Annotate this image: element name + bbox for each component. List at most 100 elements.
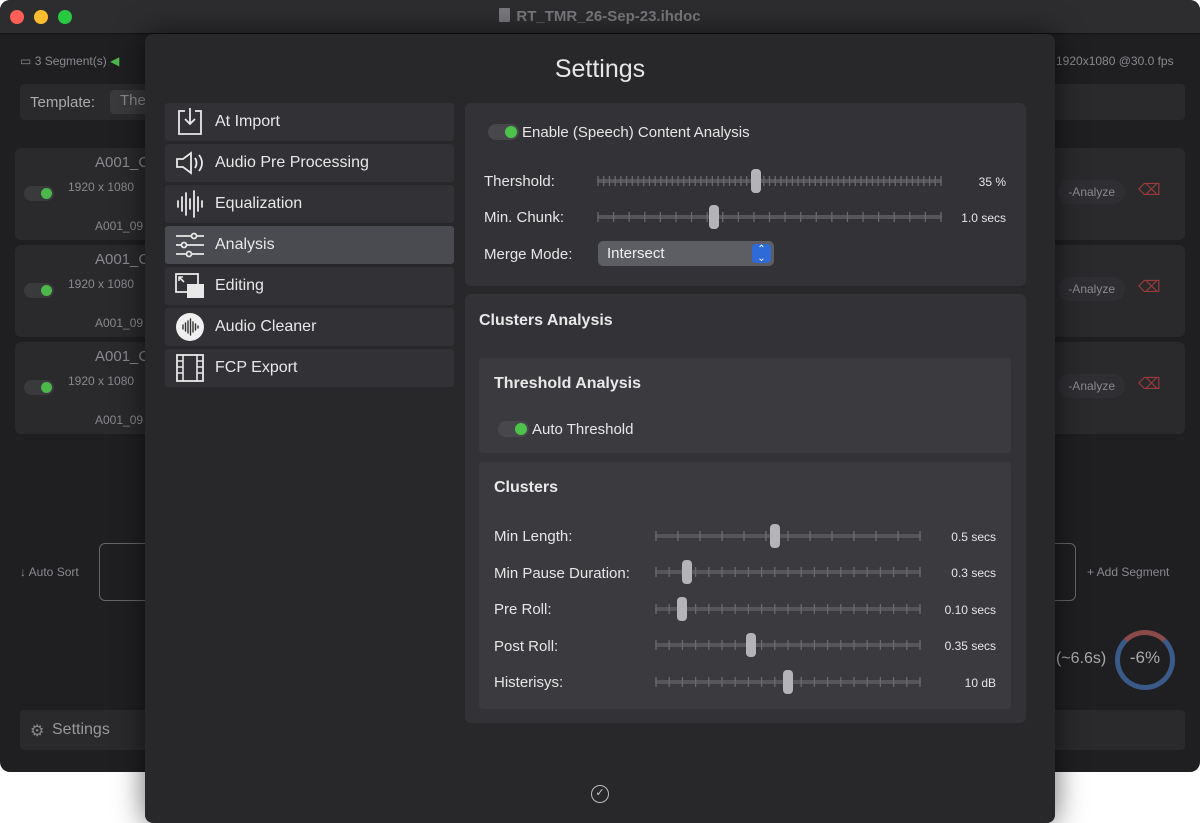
audio-icon: ◀ [110,54,120,68]
threshold-analysis-title: Threshold Analysis [494,375,641,392]
nav-item-label: At Import [215,113,280,130]
post-roll-value: 0.35 secs [944,639,996,653]
post-roll-label: Post Roll: [494,638,559,655]
clip-name: A001_C [95,348,150,365]
audio-name: A001_09 [95,219,144,233]
nav-item-audio-pre-processing[interactable]: Audio Pre Processing [165,144,454,182]
min-chunk-value: 1.0 secs [961,211,1006,225]
nav-item-audio-cleaner[interactable]: Audio Cleaner [165,308,454,346]
enable-content-analysis-label: Enable (Speech) Content Analysis [522,124,750,141]
nav-item-editing[interactable]: Editing [165,267,454,305]
min-pause-duration-slider[interactable] [655,560,921,584]
clip-size: 1920 x 1080 [68,374,135,388]
threshold-analysis-section: Threshold Analysis Auto Threshold [479,358,1011,453]
nav-item-at-import[interactable]: At Import [165,103,454,141]
min-pause-duration-label: Min Pause Duration: [494,565,630,582]
editing-window-icon [175,271,205,301]
nav-item-label: Equalization [215,195,303,212]
delete-icon[interactable]: ⌫ [1138,182,1161,200]
chevron-updown-icon: ⌃ ⌄ [752,244,771,264]
slider-thumb[interactable] [681,560,692,584]
clusters-analysis-title: Clusters Analysis [479,312,613,329]
document-icon [499,8,511,22]
analyze-button[interactable]: -Analyze [1058,277,1125,301]
nav-item-label: Audio Pre Processing [215,154,369,171]
nav-item-fcp-export[interactable]: FCP Export [165,349,454,387]
clip-name: A001_C [95,251,150,268]
import-tray-icon [175,107,205,137]
min-length-value: 0.5 secs [951,530,996,544]
nav-item-analysis[interactable]: Analysis [165,226,454,264]
min-length-slider[interactable] [655,524,921,548]
nav-item-equalization[interactable]: Equalization [165,185,454,223]
percent-text: -6% [1129,648,1161,667]
slider-thumb[interactable] [783,670,793,694]
dialog-title: Settings [554,55,646,83]
settings-bar-label: Settings [52,721,110,738]
slider-ticks [655,567,921,577]
merge-mode-value: Intersect [607,245,665,262]
nav-item-label: Audio Cleaner [215,318,317,335]
pre-roll-value: 0.10 secs [944,603,996,617]
segment-toggle[interactable] [24,283,54,298]
histerisys-label: Histerisys: [494,674,564,691]
segment-toggle[interactable] [24,186,54,201]
title-bar: RT_TMR_26-Sep-23.ihdoc [0,0,1200,34]
nav-item-label: Analysis [215,236,275,253]
slider-ticks [597,176,942,186]
segment-toggle[interactable] [24,380,54,395]
total-duration: (~6.6s) [1056,650,1107,667]
checkmark-circle-icon[interactable]: ✓ [591,785,609,803]
slider-ticks [655,640,921,650]
min-chunk-label: Min. Chunk: [484,209,565,226]
clusters-title: Clusters [494,479,559,496]
audio-name: A001_09 [95,413,144,427]
audio-name: A001_09 [95,316,144,330]
settings-dialog: Settings At Import Audio Pre Processing … [145,34,1055,823]
audio-cleaner-icon [175,312,205,342]
clip-size: 1920 x 1080 [68,180,135,194]
post-roll-slider[interactable] [655,633,921,657]
template-label: Template: [30,94,96,111]
speaker-icon [175,148,205,178]
slider-thumb[interactable] [709,205,720,229]
clusters-section: Clusters Min Length: 0.5 secs Min Pause … [479,462,1011,709]
merge-mode-label: Merge Mode: [484,246,573,263]
slider-thumb[interactable] [750,169,761,193]
slider-thumb[interactable] [676,597,687,621]
nav-item-label: Editing [215,277,264,294]
histerisys-value: 10 dB [964,676,996,690]
percent-ring: -6% [1115,630,1175,690]
clip-name: A001_C [95,154,150,171]
analysis-panel: Enable (Speech) Content Analysis Thersho… [465,103,1026,286]
window-title: RT_TMR_26-Sep-23.ihdoc [0,8,1200,25]
segments-count: ▭ 3 Segment(s) ◀ [20,54,119,68]
analyze-button[interactable]: -Analyze [1058,374,1125,398]
clip-size: 1920 x 1080 [68,277,135,291]
slider-thumb[interactable] [769,524,780,548]
min-length-label: Min Length: [494,528,573,545]
pre-roll-slider[interactable] [655,597,921,621]
merge-mode-select[interactable]: Intersect ⌃ ⌄ [598,241,774,266]
auto-threshold-toggle[interactable] [498,421,529,437]
add-segment-button[interactable]: + Add Segment [1087,565,1169,579]
gear-icon: ⚙ [30,723,45,740]
auto-threshold-label: Auto Threshold [532,421,634,438]
slider-ticks [655,604,921,614]
analyze-button[interactable]: -Analyze [1058,180,1125,204]
delete-icon[interactable]: ⌫ [1138,279,1161,297]
slider-ticks [597,212,942,222]
enable-content-analysis-toggle[interactable] [488,124,519,140]
nav-item-label: FCP Export [215,359,298,376]
video-icon: ▭ [20,54,32,68]
threshold-slider[interactable] [597,169,942,193]
slider-ticks [655,531,921,541]
histerisys-slider[interactable] [655,670,921,694]
delete-icon[interactable]: ⌫ [1138,376,1161,394]
auto-sort-button[interactable]: ↓ Auto Sort [20,565,79,579]
threshold-label: Thershold: [484,173,555,190]
min-pause-duration-value: 0.3 secs [951,566,996,580]
sliders-icon [175,230,205,260]
min-chunk-slider[interactable] [597,205,942,229]
slider-thumb[interactable] [745,633,756,657]
